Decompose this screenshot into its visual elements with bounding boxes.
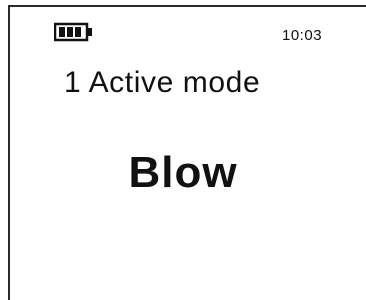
screen-border-top — [8, 5, 366, 7]
battery-full-icon — [53, 22, 94, 42]
mode-value: Blow — [128, 148, 238, 197]
mode-title: 1 Active mode — [64, 66, 261, 99]
device-screen: 10:03 1 Active mode Blow — [0, 0, 366, 300]
clock-time: 10:03 — [282, 27, 323, 44]
